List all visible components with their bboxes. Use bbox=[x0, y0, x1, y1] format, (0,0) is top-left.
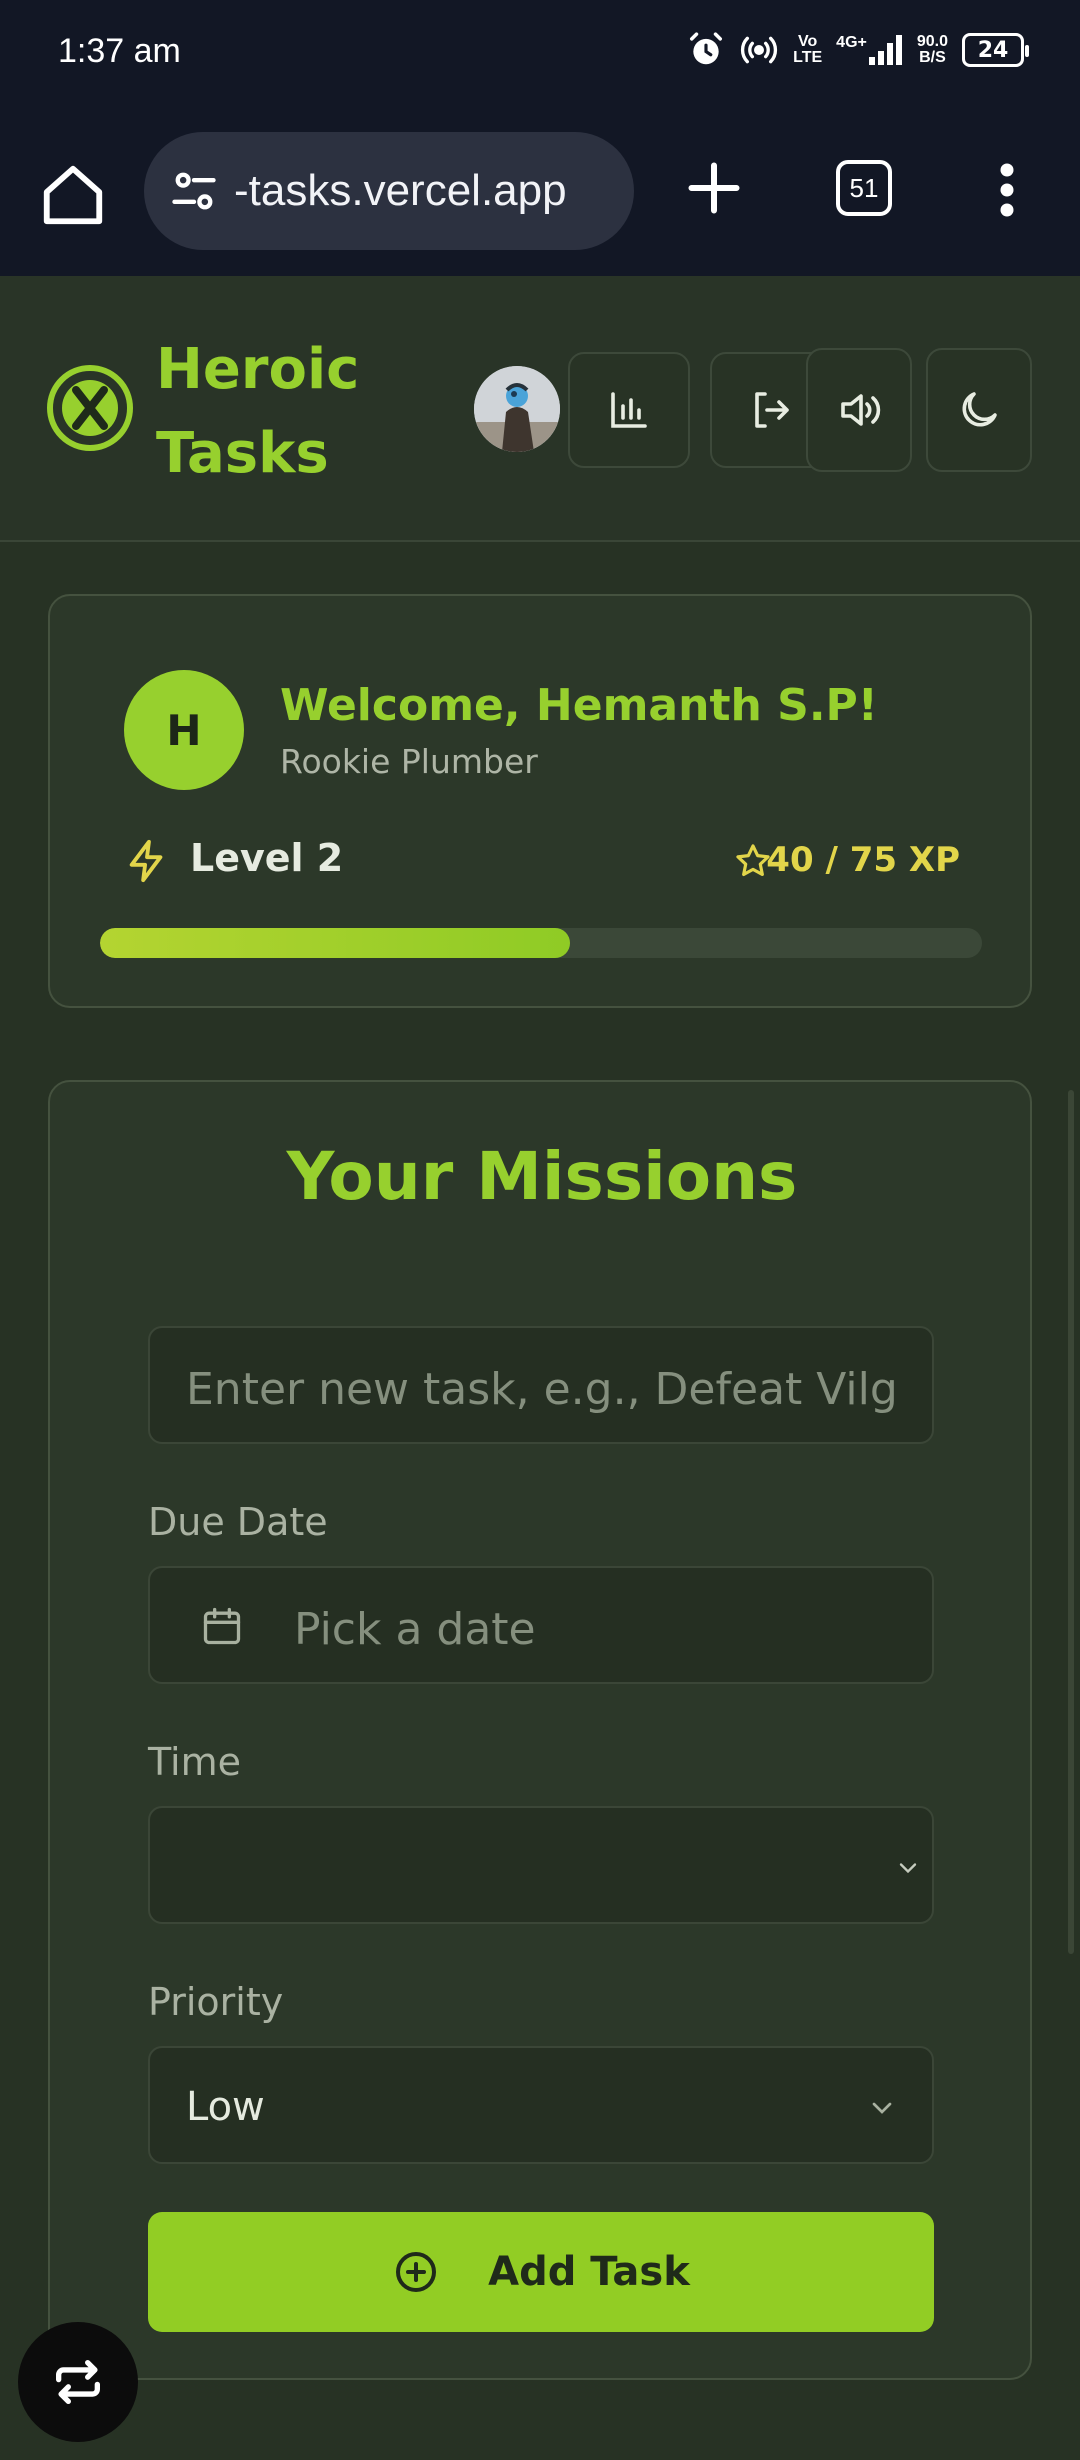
url-text[interactable]: -tasks.vercel.app bbox=[234, 166, 624, 216]
logo-icon[interactable] bbox=[46, 364, 134, 452]
time-select[interactable] bbox=[148, 1806, 934, 1924]
app-root: 1:37 am Vo LTE 4G+ 90.0 B/S 24 -tasks.verc… bbox=[0, 0, 1080, 2460]
address-bar[interactable]: -tasks.vercel.app bbox=[144, 132, 634, 250]
browser-toolbar: -tasks.vercel.app 51 bbox=[0, 108, 1080, 276]
volume-icon bbox=[841, 394, 881, 426]
add-task-label: Add Task bbox=[488, 2249, 690, 2295]
date-picker[interactable]: Pick a date bbox=[148, 1566, 934, 1684]
priority-select[interactable]: Low bbox=[148, 2046, 934, 2164]
user-rank: Rookie Plumber bbox=[280, 742, 538, 781]
theme-toggle-button[interactable] bbox=[926, 348, 1032, 472]
new-tab-icon[interactable] bbox=[684, 158, 744, 218]
lightning-icon bbox=[129, 839, 163, 883]
xp-progress-fill bbox=[100, 928, 571, 958]
level-label: Level 2 bbox=[190, 836, 344, 880]
welcome-title: Welcome, Hemanth S.P! bbox=[280, 680, 878, 731]
switch-app-button[interactable] bbox=[18, 2322, 138, 2442]
stats-button[interactable] bbox=[568, 352, 690, 468]
tab-switcher-button[interactable]: 51 bbox=[836, 160, 892, 216]
task-input[interactable]: Enter new task, e.g., Defeat Vilg bbox=[148, 1326, 934, 1444]
due-date-label: Due Date bbox=[148, 1500, 328, 1544]
profile-avatar[interactable] bbox=[474, 366, 560, 452]
site-settings-icon[interactable] bbox=[168, 165, 220, 217]
hotspot-icon bbox=[741, 36, 778, 64]
signal-icon: 4G+ bbox=[836, 35, 903, 65]
xp-text: 40 / 75 XP bbox=[766, 840, 960, 880]
plus-circle-icon bbox=[396, 2252, 437, 2292]
chevron-down-icon bbox=[872, 2102, 892, 2114]
status-icons: Vo LTE 4G+ 90.0 B/S 24 bbox=[687, 30, 1029, 70]
welcome-card: H Welcome, Hemanth S.P! Rookie Plumber L… bbox=[48, 594, 1032, 1008]
tab-count: 51 bbox=[849, 172, 879, 203]
missions-card: Your Missions Enter new task, e.g., Defe… bbox=[48, 1080, 1032, 2380]
date-placeholder: Pick a date bbox=[294, 1604, 536, 1655]
status-bar: 1:37 am Vo LTE 4G+ 90.0 B/S 24 bbox=[0, 0, 1080, 108]
chevron-down-icon bbox=[899, 1863, 917, 1874]
page-scrollbar[interactable] bbox=[1068, 1090, 1074, 1954]
repeat-icon bbox=[56, 2360, 100, 2404]
alarm-icon bbox=[690, 32, 723, 65]
priority-label: Priority bbox=[148, 1980, 284, 2024]
brand-title: Heroic Tasks bbox=[156, 337, 360, 486]
priority-value: Low bbox=[186, 2084, 265, 2130]
user-initial-avatar: H bbox=[124, 670, 244, 790]
network-speed: 90.0 B/S bbox=[916, 33, 948, 66]
home-icon[interactable] bbox=[38, 160, 108, 230]
logout-icon bbox=[755, 392, 789, 428]
status-time: 1:37 am bbox=[58, 32, 181, 70]
calendar-icon bbox=[203, 1607, 241, 1645]
more-options-icon[interactable] bbox=[990, 160, 1024, 220]
battery-icon: 24 bbox=[962, 33, 1029, 67]
app-header: Heroic Tasks bbox=[0, 276, 1080, 542]
xp-progress-bar bbox=[100, 928, 982, 958]
moon-icon bbox=[962, 392, 997, 427]
time-label: Time bbox=[148, 1740, 241, 1784]
volte-indicator: Vo LTE bbox=[793, 33, 823, 66]
sound-toggle-button[interactable] bbox=[806, 348, 912, 472]
task-input-placeholder: Enter new task, e.g., Defeat Vilg bbox=[186, 1364, 896, 1415]
missions-title: Your Missions bbox=[286, 1138, 798, 1215]
bar-chart-icon bbox=[611, 392, 647, 428]
add-task-button[interactable]: Add Task bbox=[148, 2212, 934, 2332]
